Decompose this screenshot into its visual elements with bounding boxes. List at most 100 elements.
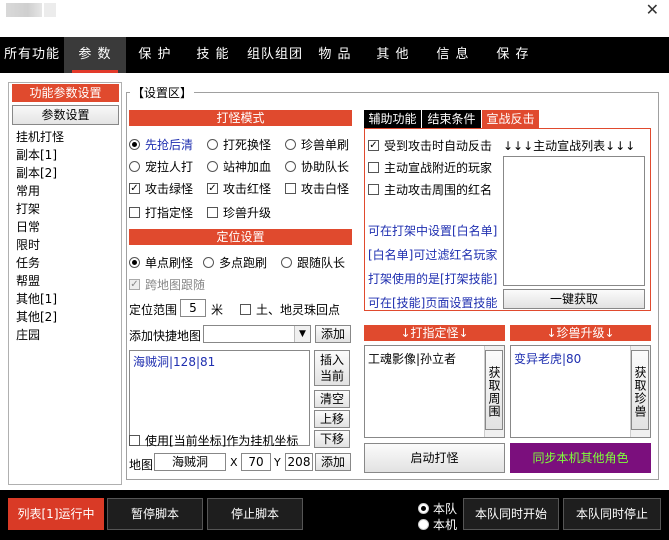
check-attack-red-name[interactable]: 主动攻击周围的红名 [368, 181, 492, 198]
move-down-button[interactable]: 下移 [314, 430, 350, 448]
checkbox-empty [285, 183, 296, 194]
left-item-dungeon-2[interactable]: 副本[2] [16, 164, 57, 181]
move-up-button[interactable]: 上移 [314, 410, 350, 428]
check-attack-green[interactable]: ✓ 攻击绿怪 [129, 180, 193, 197]
radio-assist-leader[interactable]: 协助队长 [285, 158, 349, 175]
list-item[interactable]: 海贼洞|128|81 [130, 351, 309, 372]
map-input[interactable]: 海贼洞 [154, 453, 226, 471]
radio-rare-single[interactable]: 珍兽单刷 [285, 136, 349, 153]
left-item-manor[interactable]: 庄园 [16, 326, 40, 343]
tab-counterattack[interactable]: 宣战反击 [482, 110, 540, 128]
radio-team[interactable]: 本队 [418, 500, 457, 517]
left-item-dungeon-1[interactable]: 副本[1] [16, 146, 57, 163]
declare-list[interactable] [503, 156, 645, 286]
note-skill-page: 可在[技能]页面设置技能 [368, 296, 498, 310]
checkbox-empty [129, 435, 140, 446]
clear-button[interactable]: 清空 [314, 390, 350, 408]
radio-label: 本队 [433, 502, 458, 516]
get-pet-button[interactable]: 获取珍兽 [631, 350, 649, 430]
add-shortcut-button[interactable]: 添加 [315, 325, 351, 343]
tab-team[interactable]: 组队组团 [242, 37, 308, 73]
x-input[interactable]: 70 [241, 453, 271, 471]
radio-follow-leader[interactable]: 跟随队长 [281, 254, 345, 271]
radio-single-point[interactable]: 单点刷怪 [129, 254, 193, 271]
tab-params[interactable]: 参 数 [64, 37, 126, 73]
check-label: 攻击绿怪 [145, 182, 194, 196]
range-input[interactable]: 5 [180, 299, 206, 317]
checkbox-empty [368, 162, 379, 173]
get-around-button[interactable]: 获取周围 [485, 350, 503, 430]
tab-assist-functions[interactable]: 辅助功能 [364, 110, 422, 128]
checkbox-empty [207, 207, 218, 218]
one-key-get-button[interactable]: 一键获取 [503, 289, 645, 309]
insert-current-button[interactable]: 插入当前 [314, 350, 350, 386]
add-coordinate-button[interactable]: 添加 [315, 453, 351, 471]
note-fight-skill: 打架使用的是[打架技能] [368, 272, 498, 286]
shortcut-map-label: 添加快捷地图 [129, 329, 202, 343]
radio-multi-point[interactable]: 多点跑刷 [203, 254, 267, 271]
checkmark-icon: ✓ [129, 279, 140, 290]
check-attack-red[interactable]: ✓ 攻击红怪 [207, 180, 271, 197]
check-label: 攻击红怪 [223, 182, 272, 196]
radio-dot [285, 161, 296, 172]
close-icon[interactable]: ✕ [646, 0, 659, 19]
check-use-current-coord[interactable]: 使用[当前坐标]作为挂机坐标 [129, 432, 298, 449]
checkbox-empty [240, 304, 251, 315]
left-item-limited[interactable]: 限时 [16, 236, 40, 253]
param-settings-button[interactable]: 参数设置 [12, 105, 119, 125]
note-whitelist: 可在打架中设置[白名单] [368, 224, 498, 238]
left-item-common[interactable]: 常用 [16, 182, 40, 199]
radio-first-come[interactable]: 先抢后清 [129, 136, 193, 153]
radio-dot [281, 257, 292, 268]
chevron-down-icon: ▼ [294, 326, 310, 342]
tab-save[interactable]: 保 存 [482, 37, 544, 73]
radio-kill-switch[interactable]: 打死换怪 [207, 136, 271, 153]
radio-dot [129, 257, 140, 268]
check-pet-upgrade[interactable]: 珍兽升级 [207, 204, 271, 221]
tab-other[interactable]: 其 他 [362, 37, 424, 73]
radio-label: 单点刷怪 [145, 256, 194, 270]
y-input[interactable]: 208 [285, 453, 313, 471]
radio-dot [207, 161, 218, 172]
tab-info[interactable]: 信 息 [424, 37, 482, 73]
pause-script-button[interactable]: 暂停脚本 [107, 498, 203, 530]
tab-items[interactable]: 物 品 [308, 37, 362, 73]
tab-all-functions[interactable]: 所有功能 [0, 37, 64, 73]
left-item-other-2[interactable]: 其他[2] [16, 308, 57, 325]
tab-skills[interactable]: 技 能 [184, 37, 242, 73]
check-attack-white[interactable]: 攻击白怪 [285, 180, 349, 197]
radio-pet-attack[interactable]: 宠拉人打 [129, 158, 193, 175]
left-item-hang-fight[interactable]: 挂机打怪 [16, 128, 64, 145]
pet-upgrade-header: ↓珍兽升级↓ [510, 325, 651, 341]
radio-local[interactable]: 本机 [418, 516, 457, 533]
note-filter: [白名单]可过滤红名玩家 [368, 248, 498, 262]
left-item-daily[interactable]: 日常 [16, 218, 40, 235]
radio-stand-hit[interactable]: 站神加血 [207, 158, 271, 175]
tab-end-conditions[interactable]: 结束条件 [422, 110, 482, 128]
left-item-guild[interactable]: 帮盟 [16, 272, 40, 289]
check-earth-return[interactable]: 土、地灵珠回点 [240, 301, 340, 318]
shortcut-map-select[interactable]: ▼ [203, 325, 311, 343]
checkbox-empty [129, 207, 140, 218]
range-label: 定位范围 [129, 303, 178, 317]
map-label: 地图 [129, 458, 154, 472]
start-fight-button[interactable]: 启动打怪 [364, 443, 505, 473]
radio-label: 先抢后清 [145, 138, 194, 152]
run-list-button[interactable]: 列表[1]运行中 [8, 498, 104, 530]
stop-script-button[interactable]: 停止脚本 [207, 498, 303, 530]
tab-protect[interactable]: 保 护 [126, 37, 184, 73]
team-start-button[interactable]: 本队同时开始 [463, 498, 559, 530]
radio-label: 协助队长 [301, 160, 350, 174]
check-cross-map[interactable]: ✓ 跨地图跟随 [129, 276, 205, 293]
check-fixed-monster[interactable]: 打指定怪 [129, 204, 193, 221]
check-declare-nearby[interactable]: 主动宣战附近的玩家 [368, 159, 492, 176]
check-label: 使用[当前坐标]作为挂机坐标 [145, 434, 299, 448]
left-item-quest[interactable]: 任务 [16, 254, 40, 271]
left-item-other-1[interactable]: 其他[1] [16, 290, 57, 307]
checkbox-empty [368, 184, 379, 195]
check-auto-counter[interactable]: ✓ 受到攻击时自动反击 [368, 137, 492, 154]
team-stop-button[interactable]: 本队同时停止 [563, 498, 661, 530]
sync-roles-button[interactable]: 同步本机其他角色 [510, 443, 651, 473]
left-item-fight[interactable]: 打架 [16, 200, 40, 217]
position-header: 定位设置 [129, 229, 352, 245]
